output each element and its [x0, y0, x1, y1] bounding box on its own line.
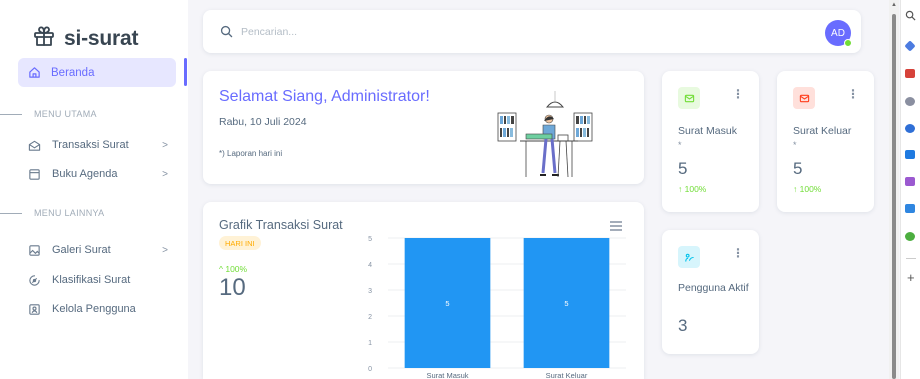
gallery-icon — [28, 244, 41, 257]
home-icon — [28, 66, 41, 79]
stat-card-surat-keluar: ⋮ Surat Keluar * 5 ↑ 100% — [777, 71, 874, 212]
classification-icon — [28, 274, 41, 287]
chart-total: 10 — [219, 274, 246, 301]
chevron-right-icon: > — [162, 168, 168, 180]
more-options-icon[interactable]: ⋮ — [732, 87, 744, 101]
sidebar-item-label: Transaksi Surat — [52, 139, 129, 151]
avatar-initials: AD — [831, 27, 845, 39]
user-badge-icon — [28, 303, 41, 316]
stat-title: Surat Keluar — [793, 125, 852, 137]
y-tick-label: 0 — [368, 366, 372, 373]
search-input[interactable] — [241, 22, 641, 42]
chevron-right-icon: > — [162, 244, 168, 256]
sidebar-item-label: Klasifikasi Surat — [52, 274, 131, 286]
bar-value-label: 5 — [445, 299, 449, 308]
avatar[interactable]: AD — [825, 20, 852, 47]
sidebar-item-label: Galeri Surat — [52, 244, 111, 256]
y-tick-label: 3 — [368, 288, 372, 295]
current-date: Rabu, 10 Juli 2024 — [219, 116, 307, 128]
library-illustration — [497, 91, 593, 178]
online-status-dot — [844, 39, 852, 47]
stat-value: 3 — [678, 316, 688, 335]
bar-chart: 0 1 2 3 4 5 5 Surat Masuk 5 Surat Keluar — [368, 236, 626, 379]
globe-icon[interactable] — [905, 124, 915, 133]
stat-value: 5 — [793, 159, 803, 178]
send-icon[interactable] — [905, 204, 915, 213]
stat-note: * — [793, 140, 797, 150]
scroll-up-icon[interactable]: ▲ — [891, 2, 897, 8]
briefcase-icon[interactable] — [905, 69, 915, 78]
scrollbar-thumb[interactable] — [892, 14, 896, 379]
more-options-icon[interactable]: ⋮ — [732, 246, 744, 260]
stat-change: ↑ 100% — [793, 184, 822, 194]
stat-card-pengguna-aktif: ⋮ Pengguna Aktif 3 — [662, 230, 759, 354]
period-badge: HARI INI — [219, 236, 261, 250]
active-indicator — [184, 58, 187, 86]
chevron-right-icon: > — [162, 139, 168, 151]
gift-icon — [32, 24, 56, 53]
welcome-card: Selamat Siang, Administrator! Rabu, 10 J… — [203, 71, 644, 184]
bar-value-label: 5 — [564, 299, 568, 308]
user-icon — [678, 246, 700, 268]
people-icon[interactable] — [905, 97, 915, 106]
search-icon — [220, 25, 233, 38]
sidebar-section-menu-lainnya: MENU LAINNYA — [0, 206, 104, 220]
book-icon — [28, 168, 41, 181]
stat-card-surat-masuk: ⋮ Surat Masuk * 5 ↑ 100% — [662, 71, 759, 212]
sidebar-item-label: Buku Agenda — [52, 168, 118, 180]
sidebar-section-menu-utama: MENU UTAMA — [0, 107, 97, 121]
mail-open-icon — [28, 139, 41, 152]
sidebar-item-label: Beranda — [51, 66, 95, 79]
app-name: si-surat — [64, 26, 139, 50]
top-navbar: AD — [203, 10, 861, 53]
y-tick-label: 4 — [368, 262, 372, 269]
outlook-icon[interactable] — [905, 150, 915, 159]
y-tick-label: 2 — [368, 314, 372, 321]
x-tick-label: Surat Keluar — [546, 371, 588, 379]
chart-change: ^ 100% — [219, 264, 248, 274]
app-logo[interactable]: si-surat — [32, 24, 138, 53]
greeting-title: Selamat Siang, Administrator! — [219, 88, 430, 105]
more-options-icon[interactable]: ⋮ — [847, 87, 859, 101]
sidebar-item-transaksi-surat[interactable]: Transaksi Surat > — [28, 135, 168, 155]
stat-change: ↑ 100% — [678, 184, 707, 194]
apps-icon[interactable] — [905, 177, 915, 186]
sidebar-item-galeri-surat[interactable]: Galeri Surat > — [28, 240, 168, 260]
chart-card: Grafik Transaksi Surat HARI INI ^ 100% 1… — [203, 202, 644, 379]
y-tick-label: 1 — [368, 340, 372, 347]
stat-title: Surat Masuk — [678, 125, 737, 137]
report-note: *) Laporan hari ini — [219, 149, 283, 158]
sidebar: si-surat Beranda MENU UTAMA Transaksi Su… — [0, 0, 188, 379]
sidebar-item-label: Kelola Pengguna — [52, 303, 136, 315]
stat-value: 5 — [678, 159, 688, 178]
y-tick-label: 5 — [368, 236, 372, 243]
section-title: MENU UTAMA — [34, 109, 97, 119]
sidebar-item-buku-agenda[interactable]: Buku Agenda > — [28, 164, 168, 184]
sidebar-item-kelola-pengguna[interactable]: Kelola Pengguna — [28, 299, 168, 319]
stat-note: * — [678, 140, 682, 150]
sidebar-item-klasifikasi-surat[interactable]: Klasifikasi Surat — [28, 270, 168, 290]
tree-icon[interactable] — [905, 232, 915, 241]
add-icon[interactable]: + — [907, 270, 915, 285]
section-title: MENU LAINNYA — [34, 208, 105, 218]
search-icon[interactable] — [905, 10, 916, 21]
x-tick-label: Surat Masuk — [426, 371, 468, 379]
divider — [906, 258, 916, 259]
stat-title: Pengguna Aktif — [678, 282, 749, 294]
sidebar-item-beranda[interactable]: Beranda — [18, 58, 176, 87]
chart-title: Grafik Transaksi Surat — [219, 218, 343, 232]
bookmark-icon[interactable] — [904, 40, 916, 52]
browser-side-panel: + — [900, 0, 920, 379]
mail-out-icon — [793, 87, 815, 109]
mail-in-icon — [678, 87, 700, 109]
